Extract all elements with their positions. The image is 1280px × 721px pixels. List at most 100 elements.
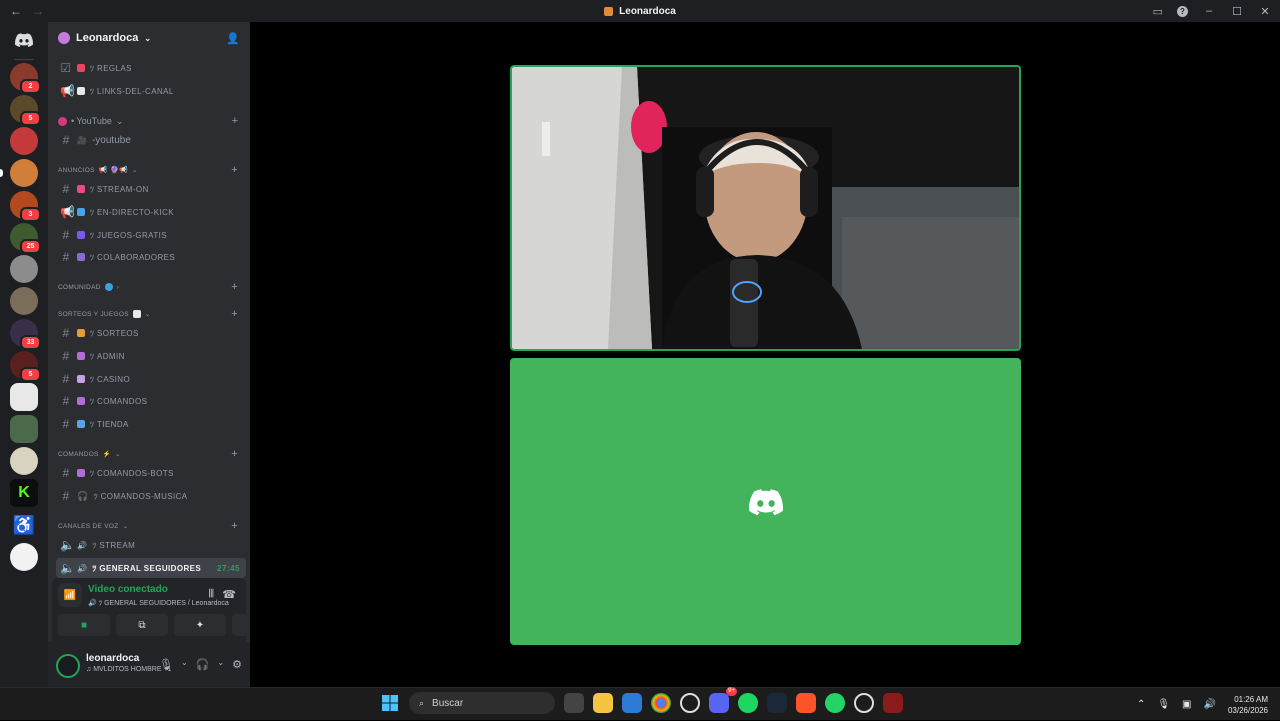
video-tile[interactable] bbox=[510, 65, 1021, 351]
add-channel-icon[interactable]: + bbox=[231, 448, 238, 460]
channel-item[interactable]: # ﾂ tienda bbox=[56, 414, 246, 434]
globe-emoji-icon bbox=[104, 283, 113, 291]
system-tray: ⌃ 🎙 ▣ 🔊 01:26 AM 03/26/2026 bbox=[1137, 688, 1268, 721]
speaker-emoji-icon: 🔊 bbox=[77, 563, 88, 573]
voice-status-subtitle[interactable]: 🔊 ﾂ GENERAL SEGUIDORES / Leonardoca bbox=[88, 598, 229, 608]
add-channel-icon[interactable]: + bbox=[232, 115, 238, 127]
server-header[interactable]: Leonardoca ⌄ 👤 bbox=[48, 22, 250, 54]
spotify-icon[interactable] bbox=[738, 693, 758, 713]
avatar[interactable] bbox=[56, 654, 80, 678]
discord-taskbar-icon[interactable]: 9+ bbox=[709, 687, 737, 713]
network-icon[interactable]: ▣ bbox=[1182, 699, 1191, 710]
emoji-icon bbox=[77, 231, 85, 239]
add-channel-icon[interactable]: + bbox=[231, 308, 238, 320]
channel-item[interactable]: # ﾂ colaboradores bbox=[56, 247, 246, 267]
whatsapp-icon[interactable] bbox=[825, 693, 845, 713]
channel-item[interactable]: # ﾂ comandos bbox=[56, 391, 246, 411]
activities-button[interactable]: ✦ bbox=[174, 614, 226, 636]
category-comandos[interactable]: comandos ⚡ ⌄ + bbox=[58, 447, 244, 461]
category-voz[interactable]: canales de voz ⌄ + bbox=[58, 519, 244, 533]
task-view-icon[interactable] bbox=[564, 693, 584, 713]
hash-icon: # bbox=[62, 250, 70, 264]
channel-item[interactable]: # ﾂ casino bbox=[56, 369, 246, 389]
noise-suppression-icon[interactable]: 𝄃𝄃 bbox=[209, 588, 214, 601]
add-channel-icon[interactable]: + bbox=[231, 281, 238, 293]
category-comunidad[interactable]: comunidad › + bbox=[58, 280, 244, 294]
chrome-icon[interactable] bbox=[651, 693, 671, 713]
chevron-down-icon[interactable]: ⌄ bbox=[181, 658, 188, 671]
chevron-up-icon[interactable]: ⌃ bbox=[1137, 699, 1145, 710]
minimize-button[interactable]: – bbox=[1202, 5, 1216, 17]
discord-home-button[interactable] bbox=[10, 26, 38, 54]
kick-server-icon[interactable]: K bbox=[10, 479, 38, 507]
channel-item[interactable]: # ﾂ comandos-bots bbox=[56, 463, 246, 483]
server-icon[interactable]: 2 bbox=[10, 63, 41, 94]
disconnect-icon[interactable]: ☎ bbox=[222, 588, 236, 601]
emoji-icon bbox=[77, 185, 85, 193]
server-icon[interactable] bbox=[10, 415, 38, 443]
start-icon[interactable] bbox=[380, 693, 400, 713]
camera-button[interactable]: ■ bbox=[58, 614, 110, 636]
voice-channel-item-active[interactable]: 🔈 🔊 ﾂ general seguidores 27:45 bbox=[56, 558, 246, 578]
category-sorteos[interactable]: sorteos y juegos ⌄ + bbox=[58, 307, 244, 321]
inbox-icon[interactable]: ▭ bbox=[1153, 5, 1163, 18]
brave-icon[interactable] bbox=[796, 693, 816, 713]
server-icon[interactable] bbox=[10, 255, 38, 283]
screen-share-button[interactable]: ⧉ bbox=[116, 614, 168, 636]
channel-item[interactable]: # ﾂ admin bbox=[56, 346, 246, 366]
volume-icon[interactable]: 🔊 bbox=[1204, 699, 1216, 710]
clock[interactable]: 01:26 AM 03/26/2026 bbox=[1228, 694, 1268, 716]
file-explorer-icon[interactable] bbox=[593, 693, 613, 713]
server-icon[interactable] bbox=[10, 383, 38, 411]
app-x-icon[interactable] bbox=[883, 693, 903, 713]
channel-item[interactable]: # 🎥 -youtube bbox=[56, 130, 246, 150]
chevron-down-icon[interactable]: ⌄ bbox=[217, 658, 224, 671]
steam-icon[interactable] bbox=[767, 693, 787, 713]
server-icon[interactable] bbox=[10, 127, 38, 155]
channel-item[interactable]: ☑ ﾂ reglas bbox=[56, 58, 246, 78]
forward-arrow-icon[interactable]: → bbox=[32, 4, 44, 18]
taskbar-search[interactable]: ⌕ Buscar bbox=[409, 692, 555, 714]
maximize-button[interactable]: ☐ bbox=[1230, 5, 1244, 18]
user-tile-no-video[interactable] bbox=[510, 358, 1021, 645]
voice-channel-item[interactable]: 🔈 🔊 ﾂ stream bbox=[56, 535, 246, 555]
add-channel-icon[interactable]: + bbox=[231, 520, 238, 532]
server-icon[interactable] bbox=[10, 447, 38, 475]
server-icon[interactable] bbox=[10, 287, 38, 315]
app-icon[interactable] bbox=[680, 693, 700, 713]
rail-separator bbox=[14, 59, 34, 60]
invite-user-icon[interactable]: 👤 bbox=[226, 32, 240, 45]
username[interactable]: leonardoca bbox=[86, 653, 139, 664]
add-channel-icon[interactable]: + bbox=[231, 164, 238, 176]
selected-pill bbox=[0, 169, 3, 177]
server-icon[interactable]: 5 bbox=[10, 351, 41, 382]
store-icon[interactable] bbox=[622, 693, 642, 713]
channel-item[interactable]: # ﾂ sorteos bbox=[56, 323, 246, 343]
server-icon-selected[interactable] bbox=[0, 159, 38, 187]
back-arrow-icon[interactable]: ← bbox=[10, 4, 22, 18]
server-icon[interactable]: 25 bbox=[10, 223, 41, 254]
accessibility-server-icon[interactable]: ♿ bbox=[10, 511, 38, 539]
help-icon[interactable]: ? bbox=[1177, 5, 1188, 17]
category-youtube[interactable]: • YouTube ⌄ + bbox=[58, 114, 244, 128]
channel-item[interactable]: 📢 ﾂ links-del-canal bbox=[56, 81, 246, 101]
close-button[interactable]: ✕ bbox=[1258, 5, 1272, 18]
signal-icon[interactable]: 📶 bbox=[58, 583, 82, 607]
emoji-icon bbox=[77, 352, 85, 360]
server-icon[interactable]: 3 bbox=[10, 191, 41, 222]
gear-icon[interactable]: ⚙ bbox=[232, 658, 242, 671]
headphones-icon[interactable]: 🎧 bbox=[196, 658, 210, 671]
category-anuncios[interactable]: anuncios 📢 🔮📢 ⌄ + bbox=[58, 163, 244, 177]
channel-item[interactable]: 📢 ﾂ en-directo-kick bbox=[56, 202, 246, 222]
server-icon[interactable]: 33 bbox=[10, 319, 41, 350]
channel-item[interactable]: # ﾂ juegos-gratis bbox=[56, 225, 246, 245]
microphone-icon[interactable]: 🎙 bbox=[159, 658, 173, 671]
voice-status-title[interactable]: Video conectado bbox=[88, 584, 168, 595]
speedometer-icon[interactable] bbox=[854, 693, 874, 713]
channel-item[interactable]: # ﾂ stream-on bbox=[56, 179, 246, 199]
channel-item[interactable]: # 🎧 ﾂ comandos-musica bbox=[56, 486, 246, 506]
microphone-tray-icon[interactable]: 🎙 bbox=[1157, 699, 1170, 710]
server-icon[interactable]: 5 bbox=[10, 95, 41, 126]
server-icon[interactable] bbox=[10, 543, 38, 571]
rules-icon: ☑ bbox=[60, 61, 72, 75]
